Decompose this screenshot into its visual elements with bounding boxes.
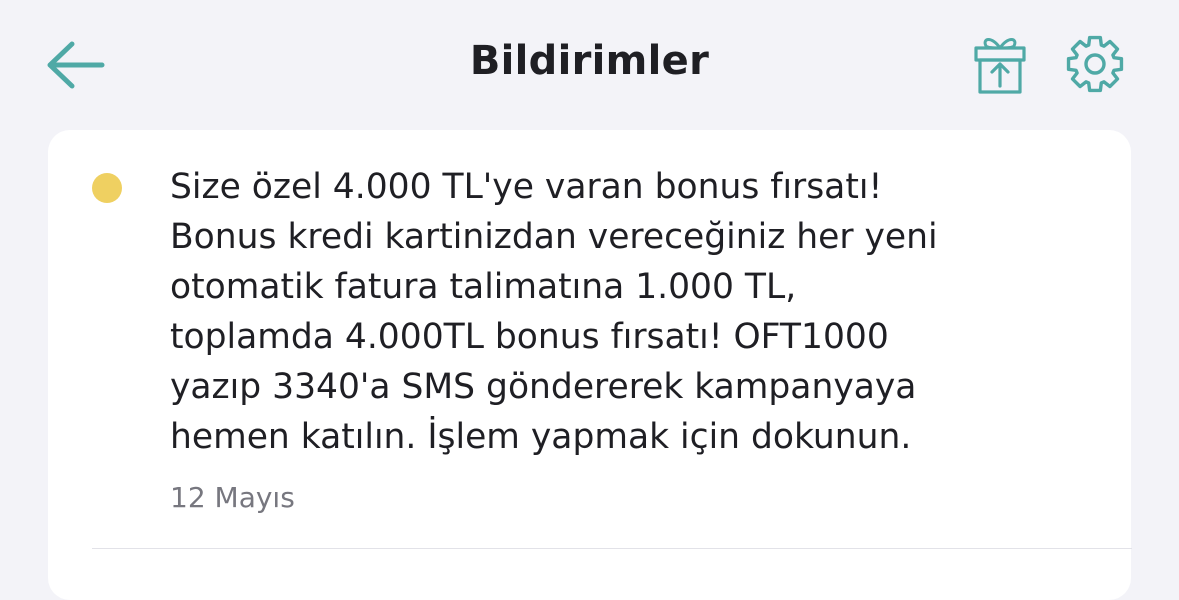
gear-icon (1066, 35, 1124, 93)
notification-message[interactable]: Size özel 4.000 TL'ye varan bonus fırsat… (170, 162, 1090, 462)
divider (92, 548, 1132, 549)
settings-button[interactable] (1058, 28, 1132, 100)
header: Bildirimler (0, 0, 1179, 130)
notification-date: 12 Mayıs (170, 481, 295, 514)
unread-indicator (92, 173, 122, 203)
gift-button[interactable] (965, 28, 1035, 100)
gift-icon (974, 38, 1026, 94)
